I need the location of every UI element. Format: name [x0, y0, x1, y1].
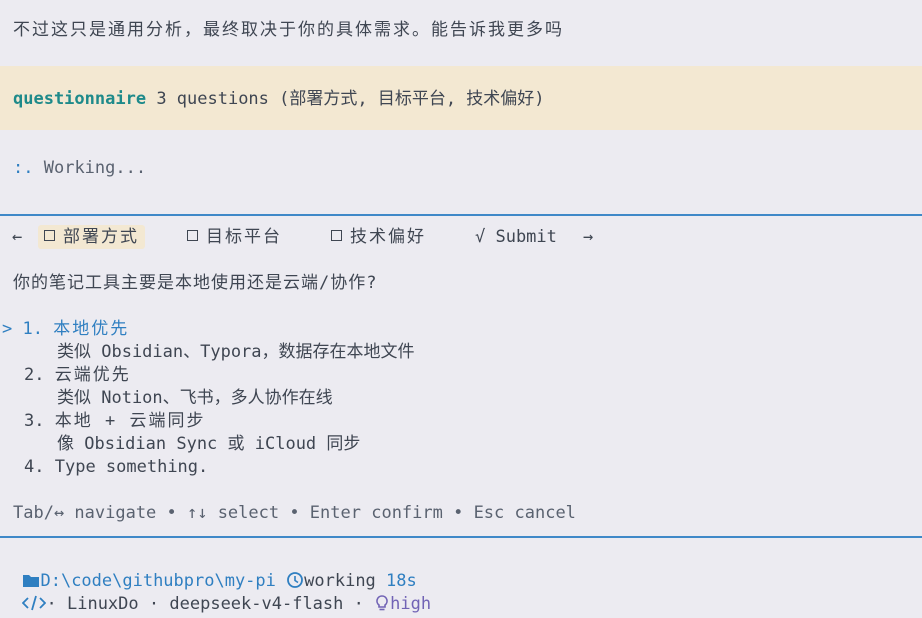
option-4[interactable]: 4. Type something.	[24, 456, 208, 478]
option-number: 3.	[24, 411, 45, 431]
option-1[interactable]: > 1. 本地优先	[2, 318, 129, 340]
option-number: 1.	[22, 319, 43, 339]
keyboard-help: Tab/↔ navigate • ↑↓ select • Enter confi…	[13, 503, 576, 523]
selection-marker: >	[2, 319, 13, 339]
option-title: 本地优先	[53, 319, 130, 339]
assistant-message: 不过这只是通用分析，最终取决于你的具体需求。能告诉我更多吗	[13, 20, 564, 40]
separator: ·	[353, 594, 364, 614]
spinner-icon: :.	[13, 158, 34, 178]
option-number: 4.	[24, 457, 45, 477]
tab-deployment[interactable]: 部署方式	[38, 225, 145, 249]
separator: ·	[148, 594, 160, 614]
option-1-description: 类似 Obsidian、Typora，数据存在本地文件	[57, 342, 415, 362]
tab-label: 部署方式	[63, 227, 139, 247]
tab-tech-preference[interactable]: 技术偏好	[325, 225, 432, 249]
checkbox-icon	[331, 230, 342, 241]
checkbox-icon	[44, 230, 55, 241]
status-line: :. Working...	[13, 157, 146, 179]
option-title: Type something.	[54, 457, 209, 477]
option-number: 2.	[24, 365, 45, 385]
tab-forward-arrow-icon[interactable]: →	[577, 225, 599, 249]
tool-summary: 3 questions (部署方式, 目标平台, 技术偏好)	[156, 89, 545, 109]
provider-suffix: ·	[46, 594, 57, 614]
option-2[interactable]: 2. 云端优先	[24, 364, 131, 386]
tool-name: questionnaire	[13, 89, 147, 109]
option-3[interactable]: 3. 本地 + 云端同步	[24, 410, 205, 432]
tab-back-arrow-icon[interactable]: ←	[6, 225, 28, 249]
tab-submit[interactable]: √ Submit	[469, 225, 563, 249]
option-title: 云端优先	[54, 365, 131, 385]
status-text: Working...	[43, 158, 147, 178]
question-text: 你的笔记工具主要是本地使用还是云端/协作?	[13, 273, 378, 293]
option-title: 本地 + 云端同步	[54, 411, 206, 431]
divider-bottom	[0, 536, 922, 538]
tool-call-line: questionnaire 3 questions (部署方式, 目标平台, 技…	[13, 88, 545, 110]
divider-top	[0, 214, 922, 216]
model-name: deepseek-v4-flash	[169, 594, 344, 614]
tab-label: 技术偏好	[350, 227, 426, 247]
footer-model-line: · LinuxDo · deepseek-v4-flash · high	[2, 571, 431, 618]
option-3-description: 像 Obsidian Sync 或 iCloud 同步	[57, 434, 361, 454]
checkbox-icon	[187, 230, 198, 241]
option-2-description: 类似 Notion、飞书，多人协作在线	[57, 388, 333, 408]
tab-label: 目标平台	[206, 227, 282, 247]
thinking-level: high	[390, 594, 432, 614]
provider-name: LinuxDo	[66, 594, 139, 614]
tab-target-platform[interactable]: 目标平台	[181, 225, 288, 249]
